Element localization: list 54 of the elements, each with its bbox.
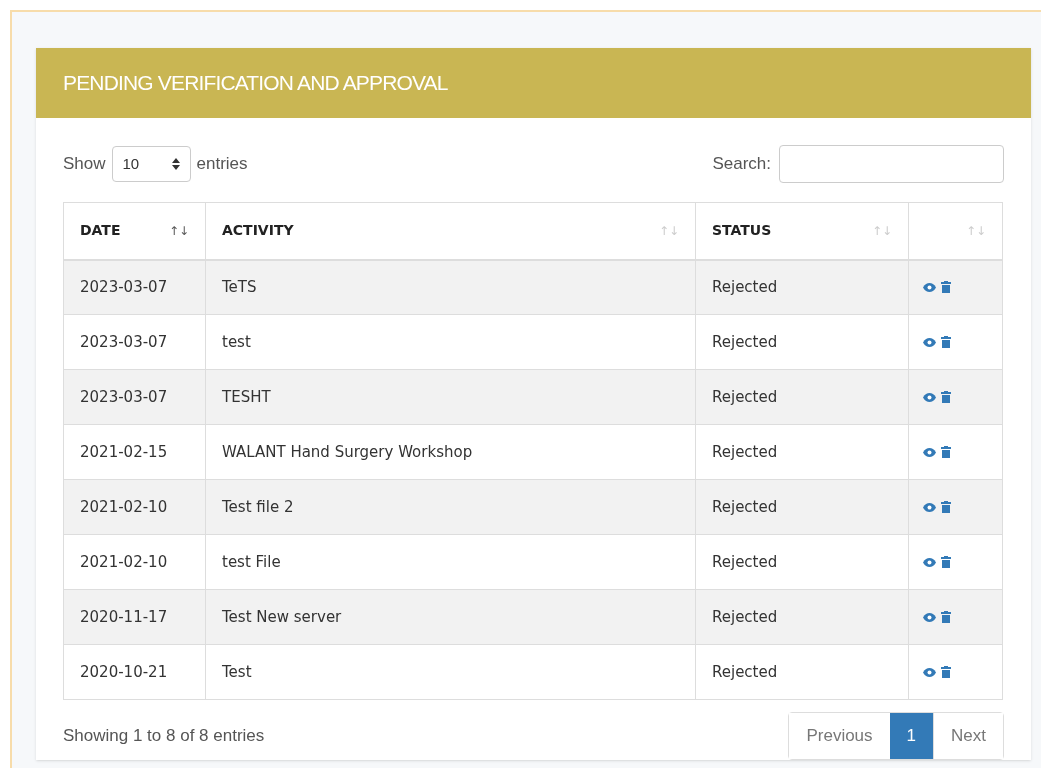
trash-icon[interactable] [941,501,951,513]
entries-label: entries [196,153,248,176]
table-cell: Rejected [712,442,778,461]
column-header[interactable]: STATUS [712,220,772,242]
table-cell: Test file 2 [222,497,294,516]
trash-icon[interactable] [941,336,951,348]
trash-icon[interactable] [941,611,951,623]
table-cell: 2021-02-10 [80,552,168,571]
column-header[interactable]: DATE [80,220,121,242]
page-button[interactable]: 1 [889,713,934,759]
table-cell: test File [222,552,281,571]
table-cell: 2020-11-17 [80,607,168,626]
eye-icon[interactable] [923,667,936,677]
sort-icon[interactable]: ↑↓ [168,221,189,240]
trash-icon[interactable] [941,556,951,568]
table-cell: 2023-03-07 [80,278,168,296]
eye-icon[interactable] [923,392,936,402]
trash-icon[interactable] [941,666,951,678]
trash-icon[interactable] [941,281,951,294]
table-cell: Rejected [712,278,778,296]
table-cell: Rejected [712,332,778,351]
table-cell: TESHT [222,387,271,406]
panel-title: PENDING VERIFICATION AND APPROVAL [63,70,448,97]
trash-icon[interactable] [941,446,951,458]
table-cell: Rejected [712,662,778,681]
table-cell: TeTS [222,278,257,296]
spinner-icon [171,158,180,170]
entries-select[interactable]: 10 [111,146,191,182]
table-cell: Rejected [712,552,778,571]
table-cell: Rejected [712,497,778,516]
table-cell: 2023-03-07 [80,332,168,351]
eye-icon[interactable] [923,557,936,567]
eye-icon[interactable] [923,612,936,622]
table-cell: 2023-03-07 [80,387,168,406]
table-cell: WALANT Hand Surgery Workshop [222,442,473,461]
table-cell: Rejected [712,387,778,406]
eye-icon[interactable] [923,447,936,457]
page-button[interactable]: Next [933,713,1003,759]
table-cell: Rejected [712,607,778,626]
entries-info: Showing 1 to 8 of 8 entries [63,725,265,748]
trash-icon[interactable] [941,391,951,403]
search-label: Search: [712,153,771,176]
table-cell: Test [222,662,252,681]
eye-icon[interactable] [923,502,936,512]
show-label: Show [63,153,106,176]
column-header[interactable]: ACTIVITY [222,220,294,242]
eye-icon[interactable] [923,337,936,347]
table-cell: 2021-02-10 [80,497,168,516]
table-cell: Test New server [222,607,342,626]
eye-icon[interactable] [923,282,936,292]
table-cell: test [222,332,251,351]
table-cell: 2021-02-15 [80,442,168,461]
table-cell: 2020-10-21 [80,662,168,681]
search-field[interactable] [779,145,1004,183]
